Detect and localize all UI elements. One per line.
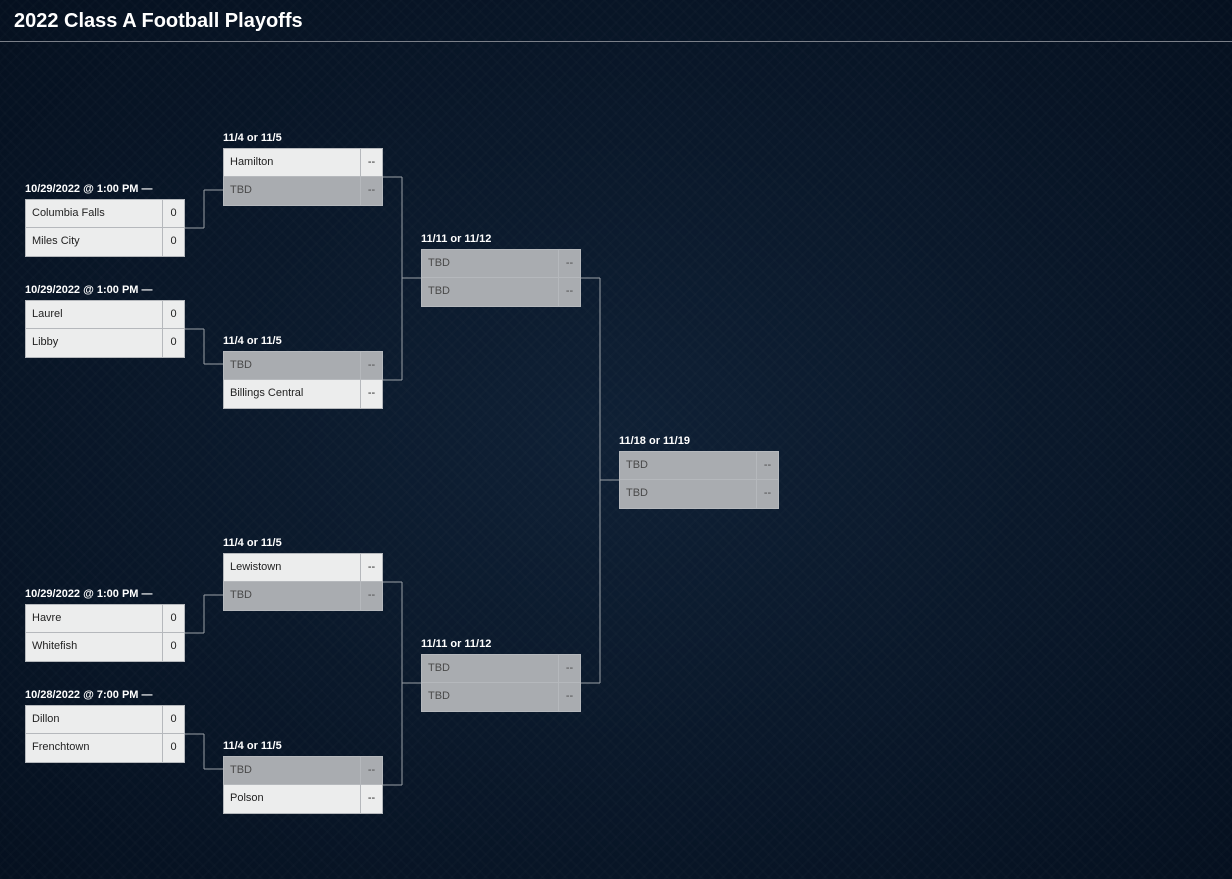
match-r1-2[interactable]: 10/29/2022 @ 1:00 PM —Havre0Whitefish0	[25, 588, 185, 662]
team-row[interactable]: TBD--	[223, 756, 383, 785]
team-score: --	[360, 380, 382, 408]
bracket-container: 10/29/2022 @ 1:00 PM —Columbia Falls0Mil…	[0, 40, 1232, 860]
team-row[interactable]: TBD--	[421, 278, 581, 307]
team-row[interactable]: Dillon0	[25, 705, 185, 734]
team-row[interactable]: Billings Central--	[223, 380, 383, 409]
team-score: --	[360, 582, 382, 610]
team-name: TBD	[224, 757, 360, 784]
match-header: 10/29/2022 @ 1:00 PM —	[25, 588, 185, 604]
team-score: --	[360, 352, 382, 379]
match-r2-3[interactable]: 11/4 or 11/5TBD--Polson--	[223, 740, 383, 814]
team-score: 0	[162, 633, 184, 661]
team-name: Polson	[224, 785, 360, 813]
team-row[interactable]: Lewistown--	[223, 553, 383, 582]
team-name: Libby	[26, 329, 162, 357]
team-row[interactable]: Libby0	[25, 329, 185, 358]
team-name: TBD	[422, 683, 558, 711]
match-header: 11/11 or 11/12	[421, 233, 581, 249]
team-row[interactable]: Columbia Falls0	[25, 199, 185, 228]
team-score: 0	[162, 200, 184, 227]
match-r2-1[interactable]: 11/4 or 11/5TBD--Billings Central--	[223, 335, 383, 409]
team-name: TBD	[620, 452, 756, 479]
team-row[interactable]: TBD--	[421, 654, 581, 683]
team-score: --	[558, 250, 580, 277]
match-header: 11/11 or 11/12	[421, 638, 581, 654]
team-row[interactable]: TBD--	[223, 582, 383, 611]
team-row[interactable]: Hamilton--	[223, 148, 383, 177]
team-name: Miles City	[26, 228, 162, 256]
match-header: 10/29/2022 @ 1:00 PM —	[25, 183, 185, 199]
team-score: 0	[162, 734, 184, 762]
team-name: Frenchtown	[26, 734, 162, 762]
team-row[interactable]: TBD--	[223, 351, 383, 380]
team-name: TBD	[224, 352, 360, 379]
match-header: 11/4 or 11/5	[223, 132, 383, 148]
team-row[interactable]: TBD--	[619, 451, 779, 480]
team-score: --	[558, 655, 580, 682]
team-score: --	[756, 452, 778, 479]
team-score: --	[360, 149, 382, 176]
team-score: --	[756, 480, 778, 508]
team-name: Hamilton	[224, 149, 360, 176]
team-row[interactable]: Polson--	[223, 785, 383, 814]
team-name: Whitefish	[26, 633, 162, 661]
team-row[interactable]: TBD--	[223, 177, 383, 206]
team-score: --	[558, 278, 580, 306]
team-name: TBD	[224, 177, 360, 205]
page-title: 2022 Class A Football Playoffs	[0, 0, 1232, 42]
team-row[interactable]: Miles City0	[25, 228, 185, 257]
team-row[interactable]: Frenchtown0	[25, 734, 185, 763]
team-score: 0	[162, 228, 184, 256]
team-row[interactable]: Havre0	[25, 604, 185, 633]
match-r3-0[interactable]: 11/11 or 11/12TBD--TBD--	[421, 233, 581, 307]
team-score: --	[360, 554, 382, 581]
team-row[interactable]: TBD--	[619, 480, 779, 509]
team-score: --	[558, 683, 580, 711]
match-header: 11/4 or 11/5	[223, 537, 383, 553]
team-name: TBD	[422, 655, 558, 682]
team-name: TBD	[422, 250, 558, 277]
team-name: Columbia Falls	[26, 200, 162, 227]
team-name: Lewistown	[224, 554, 360, 581]
team-score: 0	[162, 301, 184, 328]
match-r2-0[interactable]: 11/4 or 11/5Hamilton--TBD--	[223, 132, 383, 206]
team-name: TBD	[224, 582, 360, 610]
team-name: Laurel	[26, 301, 162, 328]
match-header: 11/4 or 11/5	[223, 335, 383, 351]
team-row[interactable]: Laurel0	[25, 300, 185, 329]
match-r1-0[interactable]: 10/29/2022 @ 1:00 PM —Columbia Falls0Mil…	[25, 183, 185, 257]
team-name: TBD	[422, 278, 558, 306]
match-r1-1[interactable]: 10/29/2022 @ 1:00 PM —Laurel0Libby0	[25, 284, 185, 358]
team-score: 0	[162, 706, 184, 733]
match-header: 11/4 or 11/5	[223, 740, 383, 756]
match-r4-0[interactable]: 11/18 or 11/19TBD--TBD--	[619, 435, 779, 509]
team-score: 0	[162, 605, 184, 632]
team-name: TBD	[620, 480, 756, 508]
match-header: 10/29/2022 @ 1:00 PM —	[25, 284, 185, 300]
match-r1-3[interactable]: 10/28/2022 @ 7:00 PM —Dillon0Frenchtown0	[25, 689, 185, 763]
team-score: --	[360, 785, 382, 813]
team-score: 0	[162, 329, 184, 357]
team-name: Dillon	[26, 706, 162, 733]
team-name: Havre	[26, 605, 162, 632]
match-r2-2[interactable]: 11/4 or 11/5Lewistown--TBD--	[223, 537, 383, 611]
team-row[interactable]: Whitefish0	[25, 633, 185, 662]
team-score: --	[360, 757, 382, 784]
team-row[interactable]: TBD--	[421, 249, 581, 278]
team-score: --	[360, 177, 382, 205]
match-r3-1[interactable]: 11/11 or 11/12TBD--TBD--	[421, 638, 581, 712]
match-header: 10/28/2022 @ 7:00 PM —	[25, 689, 185, 705]
team-name: Billings Central	[224, 380, 360, 408]
match-header: 11/18 or 11/19	[619, 435, 779, 451]
team-row[interactable]: TBD--	[421, 683, 581, 712]
